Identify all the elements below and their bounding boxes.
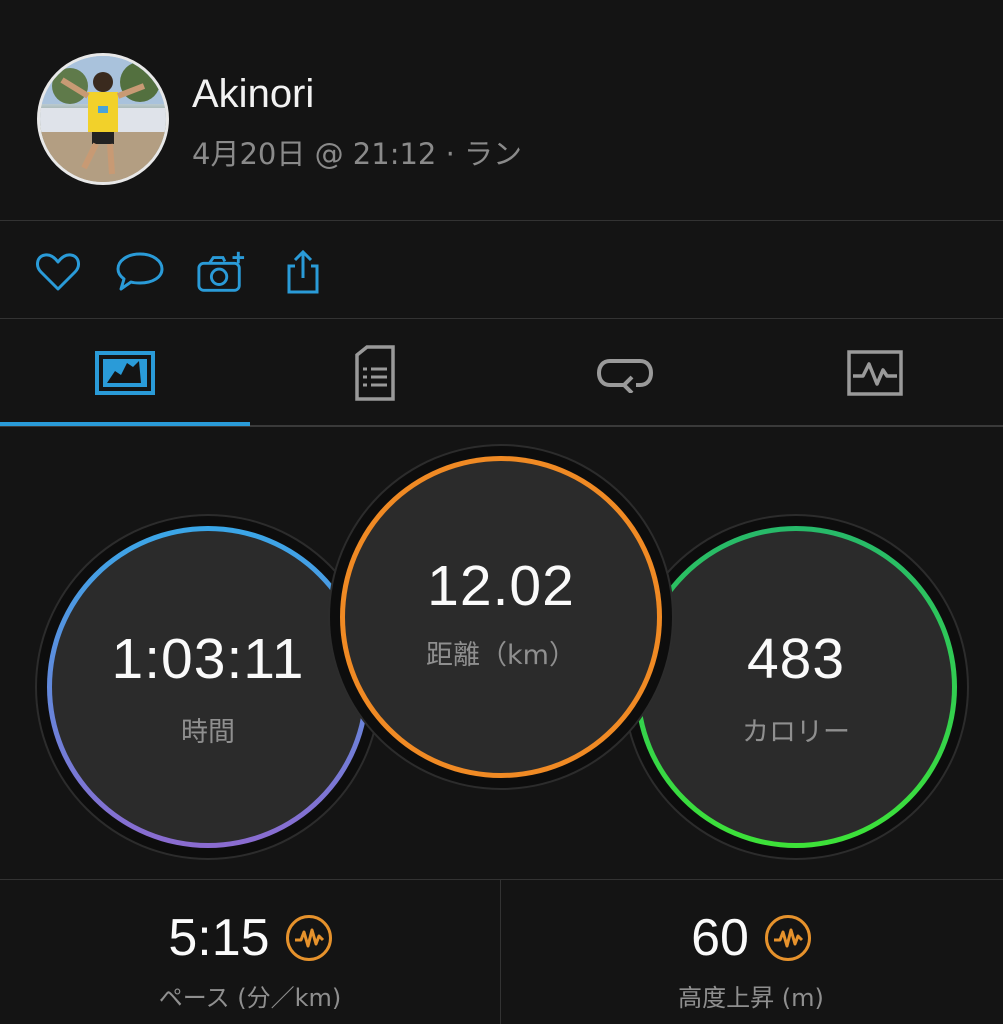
tab-bar — [0, 320, 1003, 427]
distance-value: 12.02 — [427, 553, 575, 618]
pace-label: ペース (分／km) — [158, 984, 342, 1012]
activity-type: · ラン — [445, 137, 523, 171]
laps-icon — [596, 358, 654, 393]
pace-value: 5:15 — [168, 909, 270, 967]
tab-laps[interactable] — [500, 320, 750, 425]
pulse-icon — [764, 915, 811, 961]
action-bar — [0, 222, 1003, 319]
heart-icon — [36, 253, 80, 291]
pace-stat[interactable]: 5:15 ペース (分／km) — [0, 880, 500, 1024]
details-icon — [355, 344, 395, 401]
distance-ring[interactable]: 12.02 距離（km） — [330, 446, 672, 788]
like-button[interactable] — [33, 247, 83, 297]
avatar-photo — [40, 56, 166, 182]
tab-details[interactable] — [250, 320, 500, 425]
calories-label: カロリー — [742, 716, 850, 748]
time-ring[interactable]: 1:03:11 時間 — [37, 516, 379, 858]
pulse-icon — [285, 915, 332, 961]
share-icon — [287, 249, 319, 294]
summary-circles: 1:03:11 時間 483 カロリー 12.02 距離（km） — [0, 430, 1003, 880]
elevation-stat[interactable]: 60 高度上昇 (m) — [501, 880, 1001, 1024]
add-photo-icon — [197, 251, 245, 292]
tab-overview[interactable] — [0, 320, 250, 425]
chart-icon — [847, 349, 903, 396]
tab-chart[interactable] — [750, 320, 1000, 425]
elevation-value: 60 — [691, 909, 749, 967]
calories-ring[interactable]: 483 カロリー — [625, 516, 967, 858]
time-value: 1:03:11 — [111, 626, 305, 691]
distance-label: 距離（km） — [426, 639, 576, 671]
comment-button[interactable] — [115, 247, 165, 297]
user-name[interactable]: Akinori — [192, 72, 314, 117]
add-photo-button[interactable] — [196, 247, 246, 297]
share-button[interactable] — [278, 247, 328, 297]
activity-date: 4月20日 — [192, 137, 306, 171]
overview-icon — [95, 350, 155, 395]
active-tab-indicator — [0, 422, 250, 426]
calories-value: 483 — [746, 626, 846, 691]
time-label: 時間 — [181, 716, 235, 748]
stats-row: 5:15 ペース (分／km) 60 高度上昇 (m) — [0, 879, 1003, 1024]
activity-time: @ 21:12 — [314, 137, 437, 171]
activity-header: Akinori 4月20日 @ 21:12 · ラン — [0, 0, 1003, 221]
avatar[interactable] — [37, 53, 169, 185]
elevation-label: 高度上昇 (m) — [678, 984, 824, 1012]
comment-icon — [116, 252, 164, 291]
activity-meta: 4月20日 @ 21:12 · ラン — [192, 131, 522, 173]
